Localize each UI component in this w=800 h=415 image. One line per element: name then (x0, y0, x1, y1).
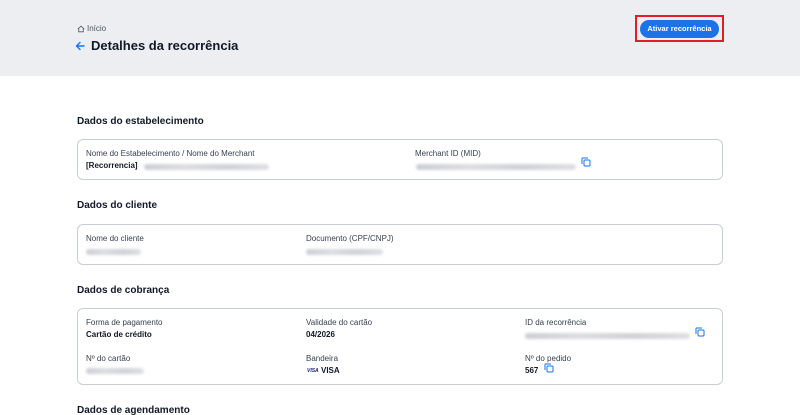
payment-method-value: Cartão de crédito (86, 330, 152, 339)
activate-recurrence-button[interactable]: Ativar recorrência (640, 20, 719, 38)
copy-icon[interactable] (581, 157, 591, 167)
order-number-label: Nº do pedido (525, 354, 572, 363)
home-icon (77, 25, 85, 32)
merchant-id-redacted (416, 164, 576, 170)
section-title-billing: Dados de cobrança (77, 285, 170, 296)
card-validity-value: 04/2026 (306, 330, 335, 339)
visa-logo-icon: VISA (307, 368, 319, 374)
document-redacted (306, 249, 383, 255)
recurrence-id-label: ID da recorrência (525, 318, 587, 327)
card-validity-label: Validade do cartão (306, 318, 373, 327)
card-number-label: Nº do cartão (86, 354, 131, 363)
section-title-client: Dados do cliente (77, 200, 158, 211)
brand-label: Bandeira (306, 354, 339, 363)
page-title: Detalhes da recorrência (91, 38, 239, 53)
merchant-name-label: Nome do Estabelecimento / Nome do Mercha… (86, 149, 255, 158)
payment-method-label: Forma de pagamento (86, 318, 163, 327)
brand-value: VISA (321, 366, 340, 375)
copy-icon[interactable] (544, 363, 554, 373)
merchant-id-label: Merchant ID (MID) (415, 149, 481, 158)
billing-card: Forma de pagamento Cartão de crédito Val… (77, 308, 723, 385)
recurrence-id-redacted (525, 333, 690, 339)
client-card: Nome do cliente Documento (CPF/CNPJ) (77, 224, 723, 265)
copy-icon[interactable] (695, 327, 705, 337)
arrow-left-icon[interactable] (74, 40, 86, 52)
breadcrumb[interactable]: Início (77, 24, 106, 33)
document-label: Documento (CPF/CNPJ) (306, 234, 394, 243)
client-name-label: Nome do cliente (86, 234, 144, 243)
section-title-establishment: Dados do estabelecimento (77, 116, 204, 127)
establishment-card: Nome do Estabelecimento / Nome do Mercha… (77, 139, 723, 180)
breadcrumb-home-link[interactable]: Início (87, 24, 106, 33)
order-number-value: 567 (525, 366, 539, 375)
section-title-scheduling: Dados de agendamento (77, 405, 190, 415)
merchant-name-prefix: [Recorrencia] (86, 161, 138, 170)
merchant-name-redacted (144, 164, 269, 170)
client-name-redacted (86, 249, 141, 255)
card-number-redacted (86, 368, 144, 374)
